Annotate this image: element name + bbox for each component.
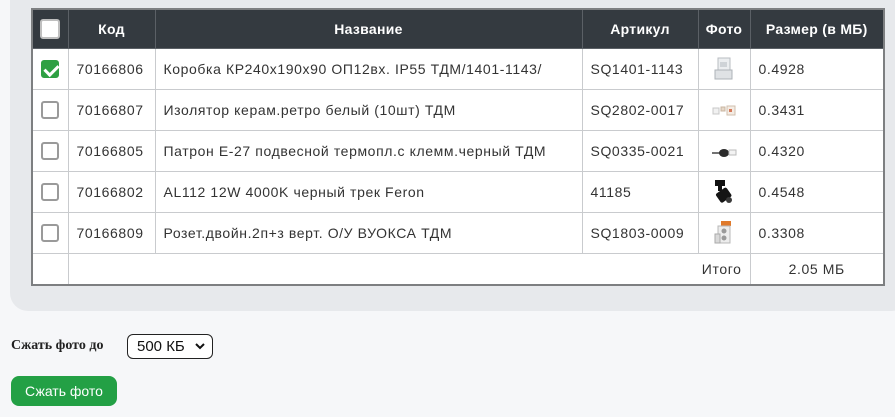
cell-article: SQ0335-0021: [581, 130, 699, 172]
table-row[interactable]: 70166806 Коробка КР240х190х90 ОП12вх. IP…: [31, 48, 885, 90]
track-light-photo[interactable]: [712, 178, 736, 206]
table-row[interactable]: 70166805 Патрон Е-27 подвесной термопл.с…: [31, 130, 885, 172]
row-checkbox[interactable]: [41, 101, 60, 120]
cell-article: 41185: [581, 171, 699, 213]
column-header-photo[interactable]: Фото: [697, 8, 751, 49]
table-row[interactable]: 70166809 Розет.двойн.2п+з верт. О/У ВУОК…: [31, 212, 885, 254]
select-all-header[interactable]: [31, 8, 69, 49]
cell-code: 70166806: [67, 48, 156, 90]
products-table: Код Название Артикул Фото Размер (в МБ) …: [31, 8, 885, 286]
cell-size: 0.4928: [749, 48, 885, 90]
compress-label: Сжать фото до: [11, 338, 104, 353]
compress-photo-button[interactable]: Сжать фото: [11, 376, 117, 406]
cell-name: Розет.двойн.2п+з верт. О/У ВУОКСА ТДМ: [154, 212, 583, 254]
row-checkbox[interactable]: [41, 183, 60, 202]
table-header-row: Код Название Артикул Фото Размер (в МБ): [31, 8, 885, 49]
total-size: 2.05 МБ: [749, 253, 885, 286]
insulator-photo[interactable]: [711, 103, 737, 119]
cell-name: Патрон Е-27 подвесной термопл.с клемм.че…: [154, 130, 583, 172]
cell-article: SQ2802-0017: [581, 89, 699, 131]
column-header-article[interactable]: Артикул: [581, 8, 699, 49]
cell-name: AL112 12W 4000K черный трек Feron: [154, 171, 583, 213]
row-checkbox[interactable]: [41, 224, 60, 243]
table-row[interactable]: 70166802 AL112 12W 4000K черный трек Fer…: [31, 171, 885, 213]
cell-code: 70166809: [67, 212, 156, 254]
compress-size-select[interactable]: 500 КБ: [127, 334, 213, 359]
junction-box-photo[interactable]: [714, 56, 734, 82]
cell-code: 70166807: [67, 89, 156, 131]
column-header-name[interactable]: Название: [154, 8, 583, 49]
lamp-socket-photo[interactable]: [710, 144, 738, 160]
total-label: Итого: [68, 253, 751, 286]
cell-article: SQ1803-0009: [581, 212, 699, 254]
chevron-down-icon: [194, 335, 206, 367]
cell-article: SQ1401-1143: [581, 48, 699, 90]
table-row[interactable]: 70166807 Изолятор керам.ретро белый (10ш…: [31, 89, 885, 131]
row-checkbox[interactable]: [41, 142, 60, 161]
column-header-code[interactable]: Код: [67, 8, 156, 49]
row-checkbox[interactable]: [41, 60, 60, 79]
cell-code: 70166805: [67, 130, 156, 172]
cell-size: 0.3431: [749, 89, 885, 131]
cell-size: 0.3308: [749, 212, 885, 254]
cell-name: Коробка КР240х190х90 ОП12вх. IP55 ТДМ/14…: [154, 48, 583, 90]
column-header-size[interactable]: Размер (в МБ): [749, 8, 885, 49]
socket-photo[interactable]: [713, 220, 735, 246]
compress-size-value: 500 КБ: [137, 338, 185, 355]
cell-size: 0.4320: [749, 130, 885, 172]
total-row: Итого 2.05 МБ: [31, 253, 885, 286]
select-all-checkbox[interactable]: [40, 19, 61, 39]
cell-size: 0.4548: [749, 171, 885, 213]
cell-name: Изолятор керам.ретро белый (10шт) ТДМ: [154, 89, 583, 131]
cell-code: 70166802: [67, 171, 156, 213]
